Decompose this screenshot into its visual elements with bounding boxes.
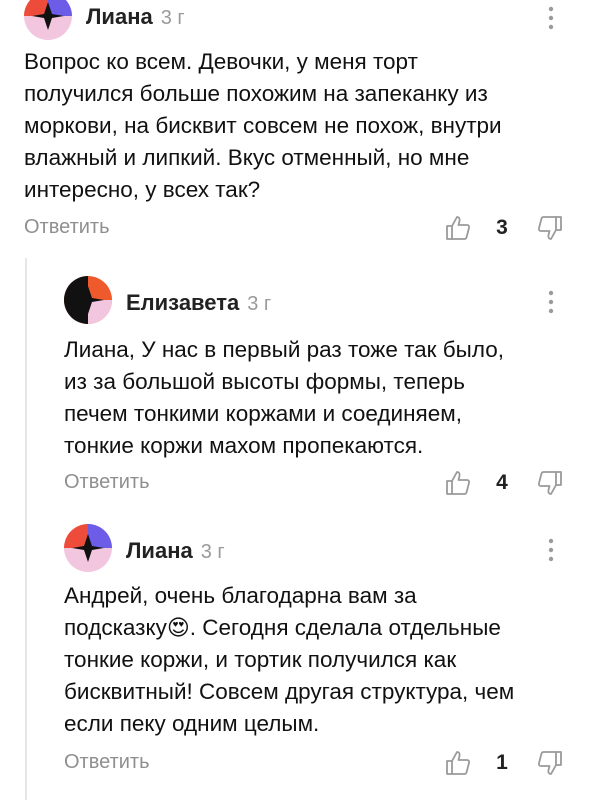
comment-text: Лиана, У нас в первый раз тоже так было,…: [64, 334, 504, 462]
comment-line: интересно, у всех так?: [24, 177, 261, 202]
thumbs-down-icon[interactable]: [536, 749, 564, 777]
heart-eyes-emoji: 😍: [166, 615, 190, 640]
avatar[interactable]: [64, 524, 112, 572]
author-name: Лиана: [86, 4, 153, 29]
reply-button[interactable]: Ответить: [24, 216, 110, 239]
author-name: Елизавета: [126, 290, 240, 315]
comment-text: Вопрос ко всем. Девочки, у меня торт пол…: [24, 46, 502, 206]
comment: Лиана 3 г Вопрос ко всем. Девочки, у меня…: [0, 0, 600, 258]
comment-line: Андрей, очень благодарна вам за: [64, 583, 417, 608]
more-vertical-icon[interactable]: [548, 538, 554, 562]
author-name: Лиана: [126, 538, 193, 563]
comment-line-part: подсказку: [64, 615, 167, 640]
comment-line: Лиана, У нас в первый раз тоже так было,: [64, 337, 504, 362]
comment: Елизавета 3 г Лиана, У нас в первый раз т…: [0, 258, 600, 508]
comment-line: из за большой высоты формы, теперь: [64, 369, 465, 394]
avatar[interactable]: [24, 0, 72, 40]
thumbs-up-icon[interactable]: [444, 214, 472, 242]
more-vertical-icon[interactable]: [548, 6, 554, 30]
comment-line: тонкие коржи, и тортик получился как: [64, 647, 457, 672]
more-vertical-icon[interactable]: [548, 290, 554, 314]
comment-line-part: . Сегодня сделала отдельные: [189, 615, 501, 640]
thumbs-down-icon[interactable]: [536, 469, 564, 497]
comment-time: 3 г: [200, 541, 225, 563]
thumbs-up-icon[interactable]: [444, 469, 472, 497]
comment-line: подсказку😍. Сегодня сделала отдельные: [64, 612, 514, 644]
comment-line: тонкие коржи махом пропекаются.: [64, 433, 424, 458]
like-count: 4: [496, 471, 508, 494]
avatar[interactable]: [64, 276, 112, 324]
comment-line: печем тонкими коржами и соединяем,: [64, 401, 462, 426]
thumbs-up-icon[interactable]: [444, 749, 472, 777]
like-count: 3: [496, 216, 508, 239]
comment-author[interactable]: Лиана 3 г: [126, 538, 225, 564]
comment: Лиана 3 г Андрей, очень благодарна вам за…: [0, 508, 600, 800]
like-count: 1: [496, 751, 508, 774]
comment-line: моркови, на бисквит совсем не похож, вну…: [24, 113, 502, 138]
comment-line: если пеку одним целым.: [64, 711, 320, 736]
reply-button[interactable]: Ответить: [64, 751, 150, 774]
comment-author[interactable]: Елизавета 3 г: [126, 290, 271, 316]
comment-line: бисквитный! Совсем другая структура, чем: [64, 679, 515, 704]
comment-line: Вопрос ко всем. Девочки, у меня торт: [24, 49, 418, 74]
comment-time: 3 г: [160, 7, 185, 29]
reply-button[interactable]: Ответить: [64, 471, 150, 494]
comment-text: Андрей, очень благодарна вам за подсказк…: [64, 580, 514, 740]
comment-author[interactable]: Лиана 3 г: [86, 4, 185, 30]
comment-time: 3 г: [247, 293, 272, 315]
comment-line: получился больше похожим на запеканку из: [24, 81, 488, 106]
thumbs-down-icon[interactable]: [536, 214, 564, 242]
comment-line: влажный и липкий. Вкус отменный, но мне: [24, 145, 470, 170]
